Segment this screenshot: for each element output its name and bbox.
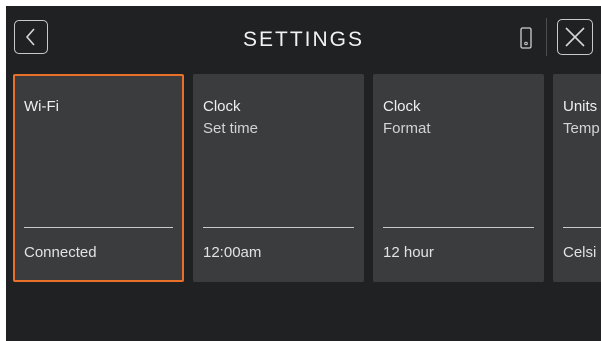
card-clock-set-time[interactable]: Clock Set time 12:00am <box>193 74 364 282</box>
card-clock-format[interactable]: Clock Format 12 hour <box>373 74 544 282</box>
close-icon <box>565 27 585 47</box>
card-wifi[interactable]: Wi-Fi Connected <box>13 74 184 282</box>
card-divider <box>203 227 354 228</box>
card-value: 12:00am <box>203 244 262 261</box>
card-units-temp[interactable]: Units Temp Celsi <box>553 74 601 282</box>
card-value: 12 hour <box>383 244 434 261</box>
card-subtitle: Format <box>383 120 431 137</box>
card-title: Clock <box>383 98 421 115</box>
page-title: SETTINGS <box>242 28 364 51</box>
card-value: Celsi <box>563 244 597 261</box>
card-subtitle: Set time <box>203 120 259 137</box>
card-title: Clock <box>203 98 241 115</box>
header-divider <box>546 18 547 56</box>
close-button[interactable] <box>557 19 593 55</box>
card-divider <box>563 227 601 228</box>
settings-screen: SETTINGS Wi-Fi Connected Clock Set time … <box>6 6 601 341</box>
card-subtitle: Temp <box>563 120 600 137</box>
card-divider <box>24 227 173 228</box>
card-divider <box>383 227 534 228</box>
card-value: Connected <box>24 244 97 261</box>
card-title: Units <box>563 98 598 115</box>
card-title: Wi-Fi <box>24 98 59 115</box>
phone-icon[interactable] <box>520 27 532 49</box>
settings-cards: Wi-Fi Connected Clock Set time 12:00am C… <box>6 72 601 284</box>
header: SETTINGS <box>6 6 601 72</box>
